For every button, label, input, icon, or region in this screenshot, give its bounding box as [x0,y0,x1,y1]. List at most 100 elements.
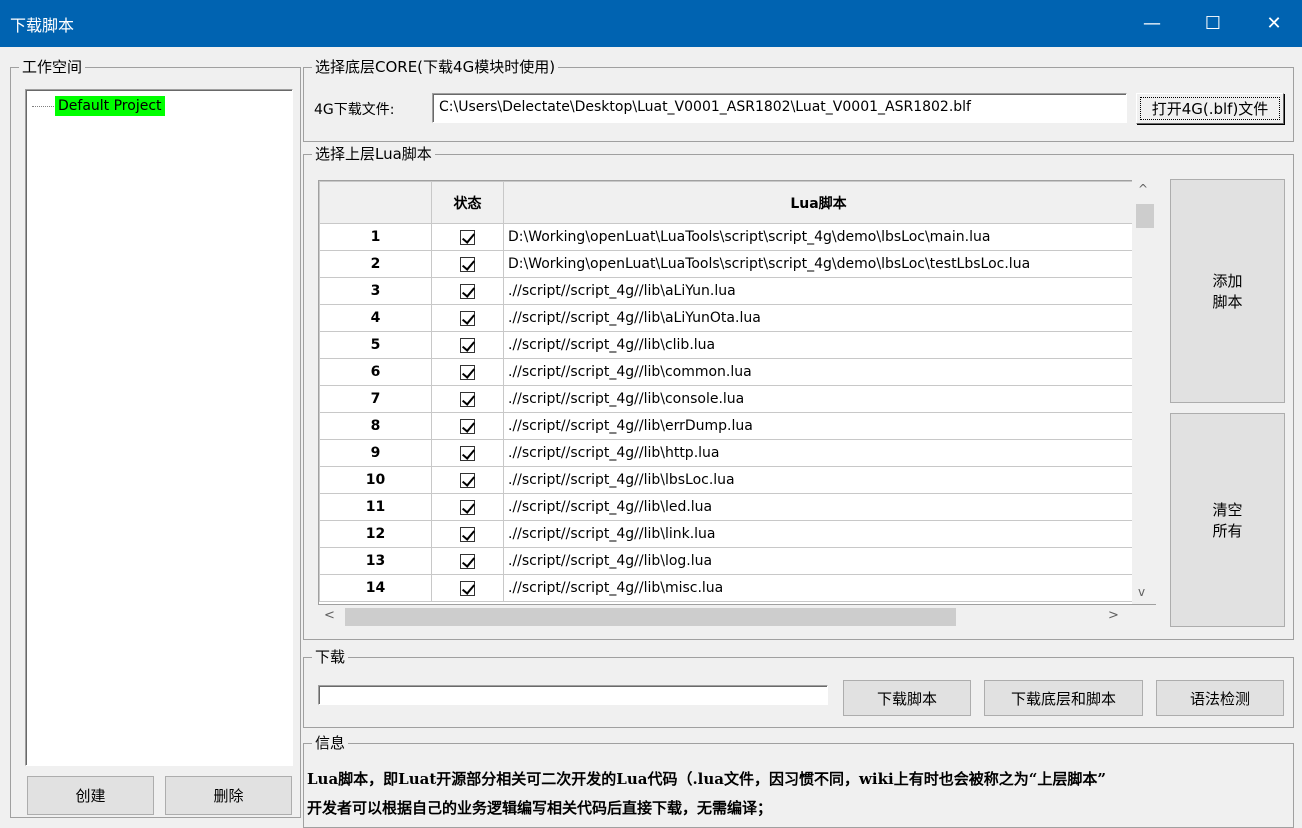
table-row[interactable]: 4 .//script//script_4g//lib\aLiYunOta.lua [319,304,1134,332]
tree-connector [32,106,54,107]
clear-all-label-1: 清空 [1212,501,1243,519]
close-button[interactable]: ✕ [1244,0,1302,47]
scroll-right-icon[interactable]: > [1108,608,1119,623]
table-row[interactable]: 1 D:\Working\openLuat\LuaTools\script\scr… [319,223,1134,251]
script-path: .//script//script_4g//lib\log.lua [503,547,1134,575]
script-path: .//script//script_4g//lib\led.lua [503,493,1134,521]
row-number: 8 [319,412,432,440]
row-checkbox[interactable] [431,304,504,332]
table-row[interactable]: 8 .//script//script_4g//lib\errDump.lua [319,412,1134,440]
row-checkbox[interactable] [431,547,504,575]
row-checkbox[interactable] [431,358,504,386]
checkbox-checked-icon[interactable] [460,472,475,488]
maximize-button[interactable]: ☐ [1183,0,1243,47]
table-row[interactable]: 3 .//script//script_4g//lib\aLiYun.lua [319,277,1134,305]
checkbox-checked-icon[interactable] [460,229,475,245]
row-checkbox[interactable] [431,520,504,548]
script-path: .//script//script_4g//lib\console.lua [503,385,1134,413]
core-file-label: 4G下载文件: [314,102,395,118]
vertical-scrollbar[interactable]: ^ v [1132,180,1156,604]
script-path: .//script//script_4g//lib\errDump.lua [503,412,1134,440]
script-path: D:\Working\openLuat\LuaTools\script\scri… [503,250,1134,278]
table-row[interactable]: 14 .//script//script_4g//lib\misc.lua [319,574,1134,602]
row-number: 14 [319,574,432,602]
download-script-button[interactable]: 下载脚本 [843,680,971,716]
table-row[interactable]: 6 .//script//script_4g//lib\common.lua [319,358,1134,386]
row-checkbox[interactable] [431,385,504,413]
info-group-label: 信息 [312,734,349,752]
row-checkbox[interactable] [431,493,504,521]
table-row[interactable]: 2 D:\Working\openLuat\LuaTools\script\scr… [319,250,1134,278]
script-column-header[interactable]: Lua脚本 [503,181,1134,224]
checkbox-checked-icon[interactable] [460,337,475,353]
clear-all-button[interactable]: 清空 所有 [1170,413,1285,627]
checkbox-checked-icon[interactable] [460,310,475,326]
checkbox-checked-icon[interactable] [460,499,475,515]
tree-item-default-project[interactable]: Default Project [55,96,165,116]
row-checkbox[interactable] [431,331,504,359]
script-path: .//script//script_4g//lib\aLiYun.lua [503,277,1134,305]
row-number-header [319,181,432,224]
row-checkbox[interactable] [431,439,504,467]
window-title: 下载脚本 [10,16,75,35]
scroll-left-icon[interactable]: < [324,608,335,623]
row-number: 4 [319,304,432,332]
checkbox-checked-icon[interactable] [460,526,475,542]
project-tree[interactable] [25,89,293,766]
scroll-up-icon[interactable]: ^ [1138,182,1148,196]
add-script-label-1: 添加 [1212,272,1243,290]
horizontal-scroll-thumb[interactable] [345,608,956,626]
workspace-group-label: 工作空间 [19,58,86,76]
checkbox-checked-icon[interactable] [460,445,475,461]
title-bar[interactable]: 下载脚本 — ☐ ✕ [0,0,1302,47]
checkbox-checked-icon[interactable] [460,553,475,569]
row-checkbox[interactable] [431,466,504,494]
minimize-button[interactable]: — [1122,0,1182,47]
checkbox-checked-icon[interactable] [460,580,475,596]
status-column-header[interactable]: 状态 [431,181,504,224]
checkbox-checked-icon[interactable] [460,418,475,434]
download-core-and-script-button[interactable]: 下载底层和脚本 [984,680,1143,716]
table-row[interactable]: 7 .//script//script_4g//lib\console.lua [319,385,1134,413]
script-path: .//script//script_4g//lib\common.lua [503,358,1134,386]
add-script-button[interactable]: 添加 脚本 [1170,179,1285,403]
row-checkbox[interactable] [431,250,504,278]
script-table[interactable]: 状态 Lua脚本 1 D:\Working\openLuat\LuaTools\s… [318,180,1156,605]
table-row[interactable]: 9 .//script//script_4g//lib\http.lua [319,439,1134,467]
row-number: 7 [319,385,432,413]
minimize-icon: — [1143,13,1161,34]
row-checkbox[interactable] [431,223,504,251]
close-icon: ✕ [1266,13,1282,34]
checkbox-checked-icon[interactable] [460,364,475,380]
info-line-1: Lua脚本，即Luat开源部分相关可二次开发的Lua代码（.lua文件，因习惯不… [307,770,1106,788]
core-file-path-input[interactable]: C:\Users\Delectate\Desktop\Luat_V0001_AS… [432,93,1127,123]
row-checkbox[interactable] [431,412,504,440]
row-checkbox[interactable] [431,277,504,305]
checkbox-checked-icon[interactable] [460,283,475,299]
table-row[interactable]: 12 .//script//script_4g//lib\link.lua [319,520,1134,548]
create-button[interactable]: 创建 [27,776,154,815]
row-number: 1 [319,223,432,251]
table-row[interactable]: 5 .//script//script_4g//lib\clib.lua [319,331,1134,359]
row-checkbox[interactable] [431,574,504,602]
row-number: 5 [319,331,432,359]
table-row[interactable]: 13 .//script//script_4g//lib\log.lua [319,547,1134,575]
delete-button[interactable]: 删除 [165,776,292,815]
checkbox-checked-icon[interactable] [460,256,475,272]
vertical-scroll-thumb[interactable] [1136,204,1154,228]
script-path: .//script//script_4g//lib\clib.lua [503,331,1134,359]
syntax-check-button[interactable]: 语法检测 [1156,680,1284,716]
table-header-row: 状态 Lua脚本 [319,181,1134,224]
checkbox-checked-icon[interactable] [460,391,475,407]
row-number: 12 [319,520,432,548]
download-progress-bar [318,685,828,705]
row-number: 9 [319,439,432,467]
scroll-down-icon[interactable]: v [1138,585,1145,599]
table-row[interactable]: 10 .//script//script_4g//lib\lbsLoc.lua [319,466,1134,494]
clear-all-label-2: 所有 [1212,522,1243,540]
open-blf-button[interactable]: 打开4G(.blf)文件 [1136,93,1284,124]
script-path: .//script//script_4g//lib\http.lua [503,439,1134,467]
row-number: 11 [319,493,432,521]
table-row[interactable]: 11 .//script//script_4g//lib\led.lua [319,493,1134,521]
download-group-label: 下载 [312,648,349,666]
